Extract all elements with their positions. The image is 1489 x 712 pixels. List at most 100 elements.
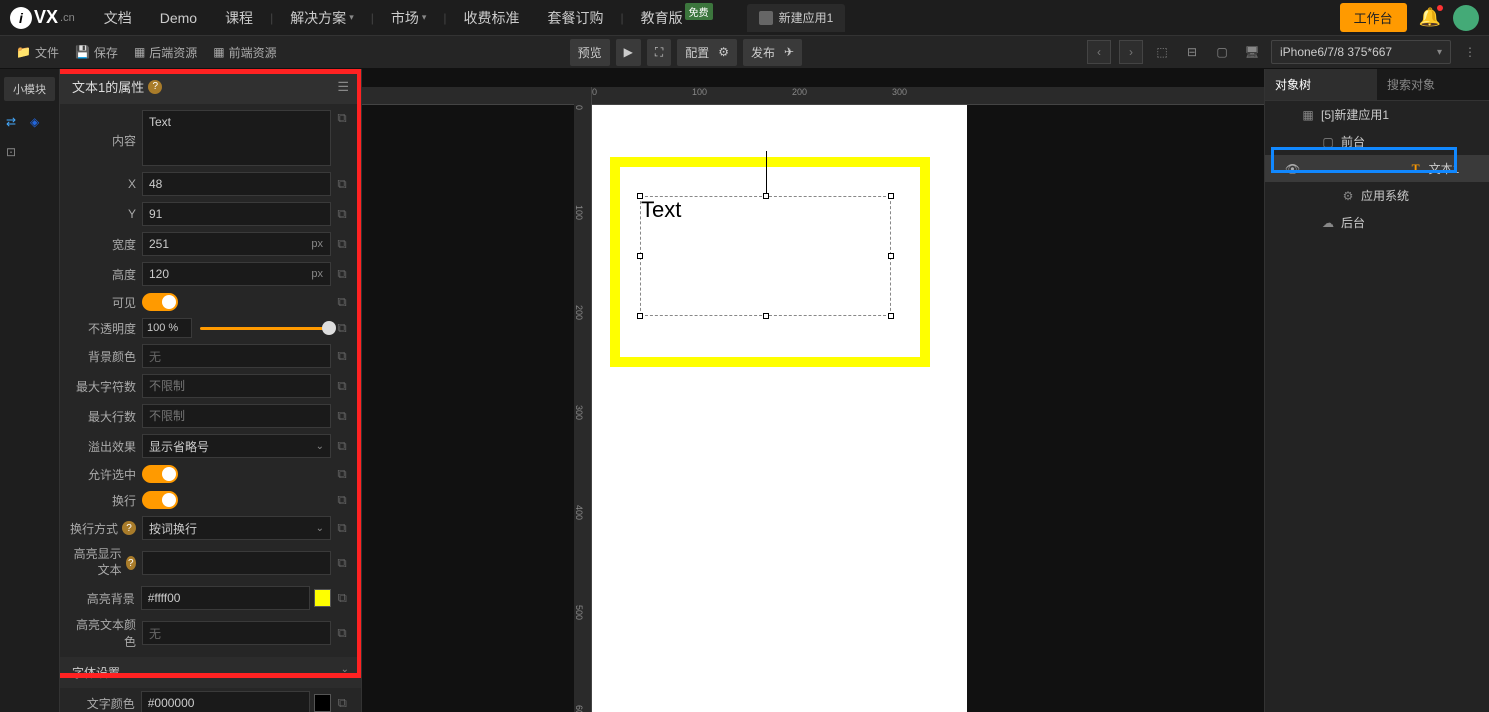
nav-market[interactable]: 市场▾	[377, 8, 441, 28]
y-input[interactable]	[142, 202, 331, 226]
tree-backend[interactable]: ☁ 后台	[1265, 209, 1489, 236]
search-box-icon[interactable]: ⊡	[6, 145, 24, 163]
user-avatar[interactable]	[1453, 5, 1479, 31]
visible-toggle[interactable]	[142, 293, 178, 311]
link-icon[interactable]: ⧉	[331, 236, 353, 252]
width-input[interactable]	[142, 232, 331, 256]
slider-thumb[interactable]	[322, 321, 336, 335]
flow-icon[interactable]: ⇄	[6, 115, 24, 133]
selectable-toggle[interactable]	[142, 465, 178, 483]
nav-demo[interactable]: Demo	[146, 10, 211, 26]
x-input[interactable]	[142, 172, 331, 196]
maxchars-input[interactable]	[142, 374, 331, 398]
link-icon[interactable]: ⧉	[331, 520, 353, 536]
help-icon[interactable]: ?	[148, 80, 162, 94]
link-icon[interactable]: ⧉	[331, 110, 353, 126]
bgcolor-input[interactable]	[142, 344, 331, 368]
nav-docs[interactable]: 文档	[90, 8, 146, 28]
content-input[interactable]: Text	[142, 110, 331, 166]
link-icon[interactable]: ⧉	[331, 466, 353, 482]
tree-frontend[interactable]: ▢ 前台	[1265, 128, 1489, 155]
highlight-bg-input[interactable]	[141, 586, 310, 610]
resize-handle-e[interactable]	[888, 253, 894, 259]
color-swatch-black[interactable]	[314, 694, 332, 712]
tree-appsys[interactable]: ⚙ 应用系统	[1265, 182, 1489, 209]
ruler-tick: 100	[574, 205, 584, 220]
resize-handle-se[interactable]	[888, 313, 894, 319]
link-icon[interactable]: ⧉	[331, 206, 353, 222]
link-icon[interactable]: ⧉	[331, 266, 353, 282]
highlight-color-input[interactable]	[142, 621, 331, 645]
resize-handle-ne[interactable]	[888, 193, 894, 199]
stage[interactable]: Text	[592, 105, 967, 712]
tree-tab-search[interactable]: 搜索对象	[1377, 69, 1489, 100]
layout-icon-3[interactable]: ▢	[1211, 41, 1233, 63]
color-swatch-yellow[interactable]	[314, 589, 332, 607]
more-icon[interactable]: ⋮	[1459, 41, 1481, 63]
fontcolor-input[interactable]	[141, 691, 310, 712]
link-icon[interactable]: ⧉	[331, 176, 353, 192]
opacity-value[interactable]: 100 %	[142, 318, 192, 338]
wrap-toggle[interactable]	[142, 491, 178, 509]
frontend-resources[interactable]: ▦前端资源	[205, 44, 284, 61]
resize-handle-n[interactable]	[763, 193, 769, 199]
help-icon[interactable]: ?	[126, 556, 136, 570]
hamburger-icon[interactable]: ☰	[337, 79, 349, 95]
config-button[interactable]: 配置⚙	[677, 39, 737, 66]
save-button[interactable]: 💾保存	[67, 44, 126, 61]
qr-button[interactable]: ⛶	[647, 39, 671, 66]
resize-handle-nw[interactable]	[637, 193, 643, 199]
link-icon[interactable]: ⧉	[331, 438, 353, 454]
height-input[interactable]	[142, 262, 331, 286]
layout-icon-2[interactable]: ⊟	[1181, 41, 1203, 63]
device-select[interactable]: iPhone6/7/8 375*667▾	[1271, 40, 1451, 64]
nav-solutions[interactable]: 解决方案▾	[276, 8, 368, 28]
nav-forward-button[interactable]: ›	[1119, 40, 1143, 64]
tree-text1[interactable]: 👁 T 文本1	[1265, 155, 1489, 182]
link-icon[interactable]: ⧉	[331, 294, 353, 310]
nav-back-button[interactable]: ‹	[1087, 40, 1111, 64]
maxlines-input[interactable]	[142, 404, 331, 428]
tree-root[interactable]: ▦ [5]新建应用1	[1265, 101, 1489, 128]
nav-education[interactable]: 教育版免费	[627, 8, 727, 28]
workbench-button[interactable]: 工作台	[1340, 3, 1407, 32]
link-icon[interactable]: ⧉	[331, 555, 353, 571]
overflow-select[interactable]: 显示省略号⌄	[142, 434, 331, 458]
link-icon[interactable]: ⧉	[331, 408, 353, 424]
x-label: X	[68, 177, 142, 191]
device-icon[interactable]: 🖥	[1241, 41, 1263, 63]
link-icon[interactable]: ⧉	[331, 695, 353, 711]
diamond-icon[interactable]: ◈	[30, 115, 48, 133]
highlight-text-input[interactable]	[142, 551, 331, 575]
resize-handle-sw[interactable]	[637, 313, 643, 319]
tree-tab-objects[interactable]: 对象树	[1265, 69, 1377, 100]
nav-subscription[interactable]: 套餐订购	[534, 8, 618, 28]
backend-resources[interactable]: ▦后端资源	[126, 44, 205, 61]
link-icon[interactable]: ⧉	[331, 590, 353, 606]
link-icon[interactable]: ⧉	[331, 492, 353, 508]
link-icon[interactable]: ⧉	[331, 625, 353, 641]
preview-button[interactable]: 预览	[570, 39, 610, 66]
link-icon[interactable]: ⧉	[331, 378, 353, 394]
resize-handle-w[interactable]	[637, 253, 643, 259]
logo[interactable]: i VX .cn	[10, 7, 75, 29]
mini-module-tab[interactable]: 小模块	[4, 77, 55, 101]
eye-icon[interactable]: 👁	[1285, 162, 1300, 176]
file-menu[interactable]: 📁文件	[8, 44, 67, 61]
nav-pricing[interactable]: 收费标准	[450, 8, 534, 28]
link-icon[interactable]: ⧉	[331, 348, 353, 364]
layout-icon-1[interactable]: ⬚	[1151, 41, 1173, 63]
text-element[interactable]: Text	[640, 196, 891, 316]
help-icon[interactable]: ?	[122, 521, 136, 535]
nav-course[interactable]: 课程	[211, 8, 267, 28]
notification-bell-icon[interactable]: 🔔	[1419, 7, 1441, 28]
resize-handle-s[interactable]	[763, 313, 769, 319]
play-button[interactable]: ▶	[616, 39, 641, 66]
opacity-slider[interactable]	[200, 327, 331, 330]
canvas-area[interactable]: 0 100 200 300 0 100 200 300 400 500 600 …	[362, 69, 1264, 712]
font-section-header[interactable]: 字体设置⌄	[60, 657, 361, 688]
nav-separator: |	[440, 11, 449, 25]
publish-button[interactable]: 发布✈	[743, 39, 802, 66]
app-tab[interactable]: 新建应用1	[747, 4, 846, 32]
wrapmode-select[interactable]: 按词换行⌄	[142, 516, 331, 540]
